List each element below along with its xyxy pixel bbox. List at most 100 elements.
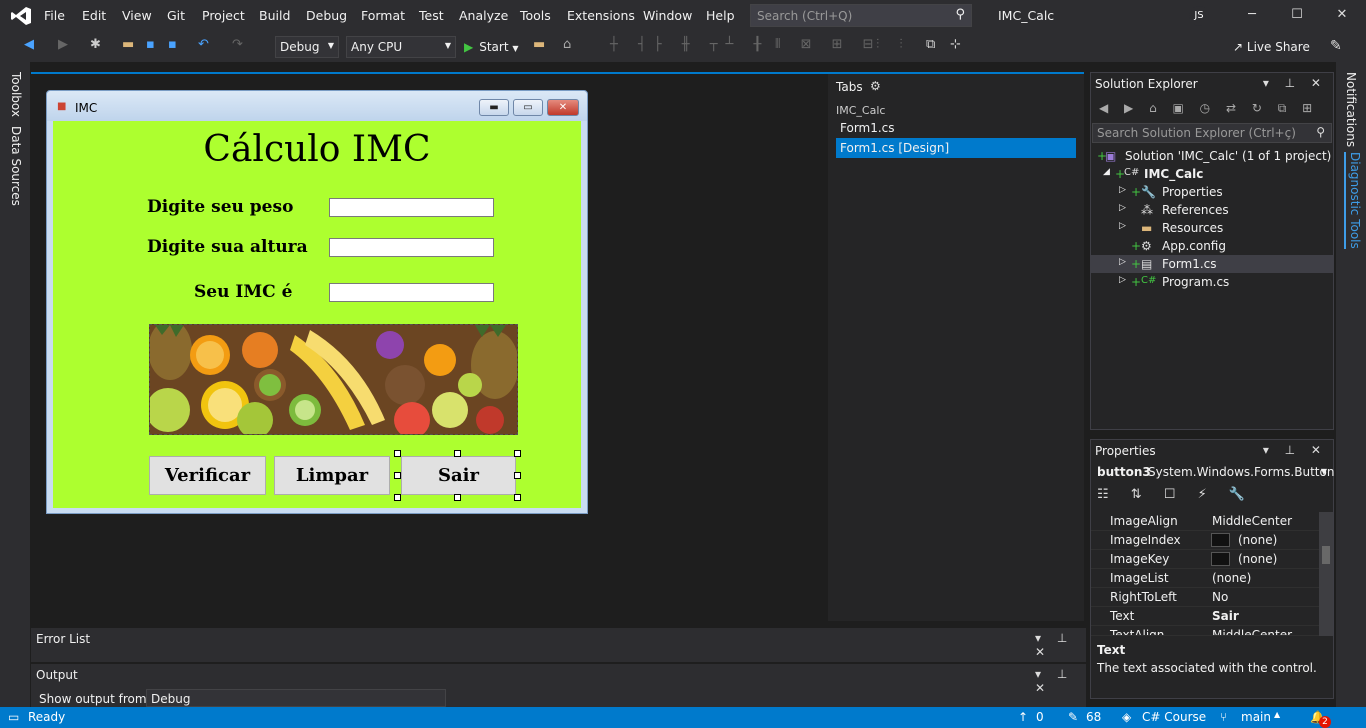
gear-icon[interactable]: ⚙ [870, 79, 881, 93]
prop-value[interactable]: MiddleCenter [1212, 628, 1292, 635]
prop-row[interactable]: ImageAlign MiddleCenter [1091, 512, 1319, 531]
prop-row[interactable]: ImageIndex (none) [1091, 531, 1319, 550]
resize-handle[interactable] [394, 494, 401, 501]
prop-row[interactable]: ImageList (none) [1091, 569, 1319, 588]
browser-icon[interactable]: ⌂ [563, 37, 571, 52]
save-icon[interactable]: ▪ [146, 37, 155, 52]
minimize-icon[interactable]: ─ [1242, 7, 1262, 25]
back-icon[interactable]: ◀ [24, 37, 34, 52]
height-input[interactable] [329, 238, 494, 257]
folder-icon[interactable]: ▬ [533, 37, 545, 52]
prop-value[interactable]: (none) [1212, 571, 1251, 585]
menu-debug[interactable]: Debug [306, 8, 347, 23]
save-all-icon[interactable]: ▪ [168, 37, 177, 52]
data-sources-tab[interactable]: Data Sources [9, 126, 23, 206]
prop-value[interactable]: MiddleCenter [1212, 514, 1292, 528]
live-share-button[interactable]: ↗ Live Share [1233, 40, 1310, 54]
tree-solution[interactable]: + ▣ Solution 'IMC_Calc' (1 of 1 project) [1091, 147, 1333, 165]
form-window[interactable]: ■ IMC ▬ ▭ ✕ Cálculo IMC Digite seu peso … [46, 90, 588, 514]
forward-icon[interactable]: ▶ [58, 37, 68, 52]
prop-value[interactable]: (none) [1238, 533, 1277, 547]
tab-form1-design[interactable]: Form1.cs [Design] [836, 138, 1076, 158]
search-box[interactable]: Search (Ctrl+Q) ⚲ [750, 4, 972, 27]
menu-format[interactable]: Format [361, 8, 405, 23]
new-project-icon[interactable]: ✱ [90, 37, 101, 52]
center-icon[interactable]: ⫶ ⫶ [876, 37, 911, 52]
resize-handle[interactable] [454, 494, 461, 501]
menu-file[interactable]: File [44, 8, 65, 23]
menu-view[interactable]: View [122, 8, 152, 23]
form-minimize-icon[interactable]: ▬ [479, 99, 509, 116]
panel-controls-icon[interactable]: ▾ ⊥ ✕ [1035, 667, 1086, 695]
panel-controls-icon[interactable]: ▾ ⊥ ✕ [1263, 443, 1327, 457]
prop-row[interactable]: TextAlign MiddleCenter [1091, 626, 1319, 636]
undo-icon[interactable]: ↶ [198, 37, 209, 52]
tree-references[interactable]: ▷ ⁂ References [1091, 201, 1333, 219]
solution-toolbar-icon[interactable]: ◀ ▶ ⌂ ▣ ◷ ⇄ ↻ ⧉ ⊞ [1099, 101, 1318, 116]
properties-scrollbar[interactable] [1319, 512, 1333, 636]
bring-front-icon[interactable]: ⧉ [926, 37, 935, 52]
form-close-icon[interactable]: ✕ [547, 99, 579, 116]
prop-row[interactable]: RightToLeft No [1091, 588, 1319, 607]
resize-handle[interactable] [454, 450, 461, 457]
resize-handle[interactable] [514, 472, 521, 479]
scrollbar-thumb[interactable] [1322, 546, 1330, 564]
open-folder-icon[interactable]: ▬ [122, 37, 134, 52]
clear-button[interactable]: Limpar [274, 456, 390, 495]
toolbox-tab[interactable]: Toolbox [9, 72, 23, 117]
tree-properties[interactable]: ▷ + 🔧 Properties [1091, 183, 1333, 201]
panel-controls-icon[interactable]: ▾ ⊥ ✕ [1263, 76, 1327, 90]
platform-dropdown[interactable]: Any CPU ▼ [346, 36, 456, 58]
form-maximize-icon[interactable]: ▭ [513, 99, 543, 116]
prop-value[interactable]: No [1212, 590, 1228, 604]
prop-row-selected[interactable]: Text Sair [1091, 607, 1319, 626]
tree-resources[interactable]: ▷ ▬ Resources [1091, 219, 1333, 237]
prop-value[interactable]: Sair [1212, 609, 1239, 623]
resize-handle[interactable] [514, 450, 521, 457]
tab-form1-cs[interactable]: Form1.cs [840, 121, 895, 135]
verify-button[interactable]: Verificar [149, 456, 266, 495]
status-repo[interactable]: C# Course [1142, 710, 1206, 724]
resize-handle[interactable] [514, 494, 521, 501]
menu-project[interactable]: Project [202, 8, 245, 23]
diagnostic-tools-tab[interactable]: Diagnostic Tools [1344, 152, 1362, 249]
start-button[interactable]: ▶ Start ▼ [464, 40, 519, 54]
prop-value[interactable]: (none) [1238, 552, 1277, 566]
tree-form1-cs[interactable]: ▷ + ▤ Form1.cs [1091, 255, 1333, 273]
tree-app-config[interactable]: + ⚙ App.config [1091, 237, 1333, 255]
menu-analyze[interactable]: Analyze [459, 8, 508, 23]
status-edit-count[interactable]: 68 [1086, 710, 1101, 724]
layout-align-icon[interactable]: ┼ ┤├ ╫ ┬┴ ╂ [610, 37, 769, 52]
menu-help[interactable]: Help [706, 8, 735, 23]
menu-extensions[interactable]: Extensions [567, 8, 635, 23]
menu-window[interactable]: Window [643, 8, 692, 23]
tree-program-cs[interactable]: ▷ + C# Program.cs [1091, 273, 1333, 291]
spacing-icon[interactable]: ⫴ ⊠ ⊞ ⊟ [775, 37, 882, 52]
exit-button[interactable]: Sair [401, 456, 516, 495]
status-branch[interactable]: main [1241, 710, 1271, 724]
status-up-count[interactable]: 0 [1036, 710, 1044, 724]
solution-search-input[interactable]: Search Solution Explorer (Ctrl+ç) ⚲ [1092, 123, 1332, 143]
output-source-dropdown[interactable]: Debug [146, 689, 446, 707]
notifications-tab[interactable]: Notifications [1344, 72, 1358, 147]
property-view-icons[interactable]: ☷ ⇅ ☐ ⚡ 🔧 [1097, 487, 1254, 502]
resize-handle[interactable] [394, 472, 401, 479]
result-input[interactable] [329, 283, 494, 302]
feedback-icon[interactable]: ✎ [1330, 38, 1342, 54]
menu-tools[interactable]: Tools [520, 8, 551, 23]
config-dropdown[interactable]: Debug ▼ [275, 36, 339, 58]
tab-order-icon[interactable]: ⊹ [950, 37, 961, 52]
redo-icon[interactable]: ↷ [232, 37, 243, 52]
resize-handle[interactable] [394, 450, 401, 457]
panel-controls-icon[interactable]: ▾ ⊥ ✕ [1035, 631, 1086, 659]
avatar[interactable]: JS [1189, 6, 1209, 26]
maximize-icon[interactable]: ☐ [1287, 7, 1307, 25]
tree-project[interactable]: ◢ + C# IMC_Calc [1091, 165, 1333, 183]
menu-edit[interactable]: Edit [82, 8, 106, 23]
close-icon[interactable]: ✕ [1332, 7, 1352, 25]
object-selector[interactable]: button3 System.Windows.Forms.Button ▼ [1091, 462, 1334, 482]
menu-git[interactable]: Git [167, 8, 185, 23]
prop-row[interactable]: ImageKey (none) [1091, 550, 1319, 569]
menu-test[interactable]: Test [419, 8, 444, 23]
weight-input[interactable] [329, 198, 494, 217]
